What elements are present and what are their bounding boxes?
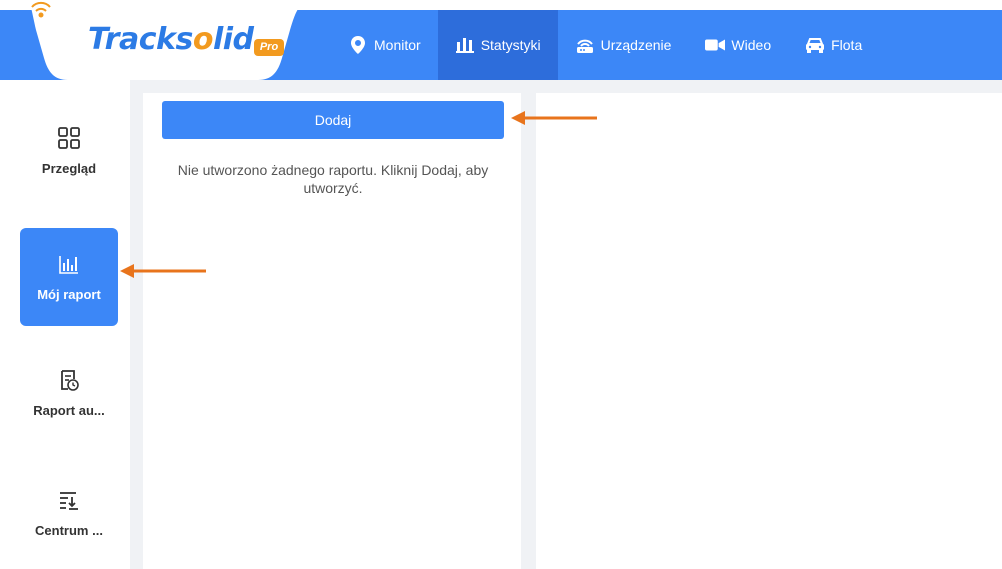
sidebar-item-centrum[interactable]: Centrum ... bbox=[20, 464, 118, 562]
sidebar-item-raport-auto[interactable]: Raport au... bbox=[20, 344, 118, 442]
nav-monitor[interactable]: Monitor bbox=[331, 10, 438, 80]
nav-urzadzenie-label: Urządzenie bbox=[600, 37, 672, 53]
bar-chart-icon bbox=[59, 255, 78, 274]
empty-state-message: Nie utworzono żadnego raportu. Kliknij D… bbox=[177, 162, 489, 196]
scheduled-report-icon bbox=[61, 369, 79, 391]
nav-urzadzenie[interactable]: Urządzenie bbox=[558, 10, 689, 80]
add-report-button[interactable]: Dodaj bbox=[162, 101, 504, 139]
report-list-panel: Dodaj Nie utworzono żadnego raportu. Kli… bbox=[143, 93, 521, 569]
sidebar-item-label: Raport au... bbox=[33, 402, 105, 418]
sidebar-item-label: Mój raport bbox=[37, 286, 101, 302]
download-list-icon bbox=[60, 491, 78, 510]
report-detail-panel bbox=[536, 93, 1002, 569]
nav-statystyki-label: Statystyki bbox=[480, 37, 541, 53]
top-bar: Tracksolid Pro Monitor Statystyki Urządz… bbox=[0, 0, 1002, 80]
nav-flota-label: Flota bbox=[831, 37, 863, 53]
signal-icon bbox=[31, 1, 51, 18]
logo-text: Tracksolid bbox=[88, 22, 254, 57]
router-icon bbox=[575, 35, 595, 55]
nav-monitor-label: Monitor bbox=[374, 37, 421, 53]
grid-icon bbox=[58, 126, 80, 149]
nav-statystyki[interactable]: Statystyki bbox=[437, 10, 558, 80]
sidebar: Przegląd Mój raport Raport au... Centrum… bbox=[0, 80, 130, 569]
bar-chart-icon bbox=[455, 35, 475, 55]
sidebar-item-moj-raport[interactable]: Mój raport bbox=[20, 228, 118, 326]
sidebar-item-label: Przegląd bbox=[41, 160, 97, 176]
car-icon bbox=[805, 35, 825, 55]
sidebar-item-przeglad[interactable]: Przegląd bbox=[20, 102, 118, 200]
logo[interactable]: Tracksolid Pro bbox=[28, 0, 314, 80]
logo-pro-badge: Pro bbox=[254, 39, 284, 56]
nav-wideo-label: Wideo bbox=[731, 37, 772, 53]
location-pin-icon bbox=[348, 35, 368, 55]
annotation-arrow-my-report bbox=[120, 264, 206, 278]
sidebar-item-label: Centrum ... bbox=[35, 522, 103, 538]
nav-wideo[interactable]: Wideo bbox=[688, 10, 788, 80]
main-nav: Monitor Statystyki Urządzenie Wideo Flot… bbox=[331, 10, 879, 80]
nav-flota[interactable]: Flota bbox=[788, 10, 879, 80]
annotation-arrow-add bbox=[511, 111, 597, 125]
video-camera-icon bbox=[705, 35, 726, 55]
